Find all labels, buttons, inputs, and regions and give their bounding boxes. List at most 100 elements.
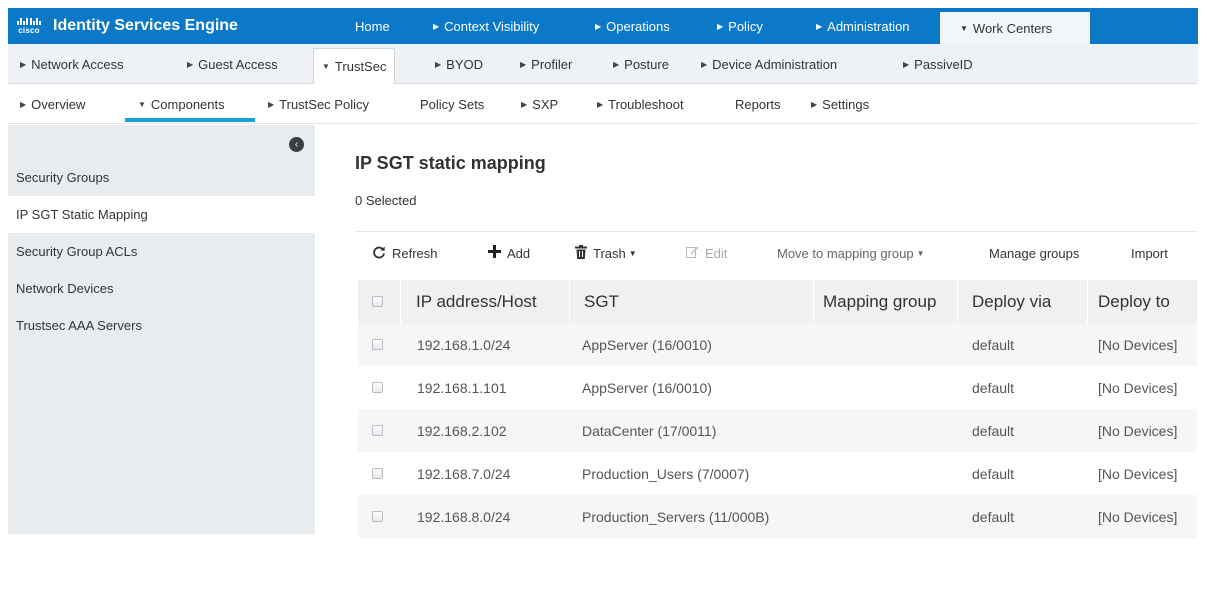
select-all-cell [372,280,383,323]
sidebar-item-label: Network Devices [16,281,114,296]
nav-policy[interactable]: ▶ Policy [693,8,792,44]
tab-troubleshoot[interactable]: ▶ Troubleshoot [597,84,684,124]
active-tab-underline [125,118,255,122]
caret-down-icon: ▼ [628,248,637,258]
tab-trustsec-policy[interactable]: ▶ TrustSec Policy [268,84,369,124]
add-button[interactable]: Add [488,232,530,274]
sidebar-item-label: Security Group ACLs [16,244,138,259]
cell-deploy-to: [No Devices] [1098,422,1178,439]
chevron-right-icon: ▶ [435,59,442,69]
sidebar-item-label: Security Groups [16,170,110,185]
nav-work-centers[interactable]: ▼ Work Centers [940,12,1090,44]
subnav-guest-access[interactable]: ▶ Guest Access [187,44,278,84]
tab-overview[interactable]: ▶ Overview [20,84,85,124]
sidebar-item-label: IP SGT Static Mapping [16,207,148,222]
logo-text: cisco [18,26,40,35]
sidebar-item-ip-sgt-static-mapping[interactable]: IP SGT Static Mapping [8,196,315,233]
row-checkbox[interactable] [372,382,383,393]
subnav-trustsec[interactable]: ▼ TrustSec [313,48,396,84]
table-row[interactable]: 192.168.2.102 DataCenter (17/0011) defau… [358,409,1197,452]
sidebar-item-label: Trustsec AAA Servers [16,318,142,333]
sidebar-item-trustsec-aaa-servers[interactable]: Trustsec AAA Servers [8,307,315,344]
trash-icon [575,244,587,262]
subnav-device-administration[interactable]: ▶ Device Administration [701,44,837,84]
nav-policy-label: Policy [728,18,763,34]
table-row[interactable]: 192.168.8.0/24 Production_Servers (11/00… [358,495,1197,538]
import-button[interactable]: Import [1131,232,1168,274]
column-divider [400,280,401,323]
table-row[interactable]: 192.168.7.0/24 Production_Users (7/0007)… [358,452,1197,495]
cell-deploy-to: [No Devices] [1098,465,1178,482]
subnav-posture[interactable]: ▶ Posture [613,44,669,84]
row-checkbox[interactable] [372,511,383,522]
sidebar-item-security-group-acls[interactable]: Security Group ACLs [8,233,315,270]
row-checkbox[interactable] [372,468,383,479]
cell-deploy-to: [No Devices] [1098,336,1178,353]
select-all-checkbox[interactable] [372,296,383,307]
subnav-profiler[interactable]: ▶ Profiler [520,44,572,84]
row-checkbox[interactable] [372,425,383,436]
sidebar-item-network-devices[interactable]: Network Devices [8,270,315,307]
chevron-down-icon: ▼ [322,62,330,71]
manage-label: Manage groups [989,245,1080,261]
cell-sgt: AppServer (16/0010) [582,379,712,396]
subnav-profiler-label: Profiler [531,56,573,72]
row-checkbox[interactable] [372,339,383,350]
edit-icon [686,245,699,261]
tab-settings[interactable]: ▶ Settings [811,84,869,124]
subnav-posture-label: Posture [624,56,669,72]
nav-administration-label: Administration [827,18,910,34]
cell-deploy-via: default [972,465,1015,482]
column-divider [569,280,570,323]
top-nav: Home ▶ Context Visibility ▶ Operations ▶… [339,8,1090,44]
refresh-button[interactable]: Refresh [372,232,438,274]
table-row[interactable]: 192.168.1.0/24 AppServer (16/0010) defau… [358,323,1197,366]
column-ip-address[interactable]: IP address/Host [416,280,537,323]
tab-policy-sets[interactable]: Policy Sets [420,84,484,124]
tab-reports-label: Reports [735,96,781,112]
edit-label: Edit [705,245,728,261]
edit-button[interactable]: Edit [686,232,727,274]
collapse-sidebar-icon[interactable]: ‹ [289,137,304,152]
tab-sxp[interactable]: ▶ SXP [521,84,558,124]
column-deploy-via[interactable]: Deploy via [972,280,1051,323]
trash-label: Trash [593,245,626,261]
nav-operations[interactable]: ▶ Operations [571,8,693,44]
chevron-right-icon: ▶ [20,59,27,69]
subnav-passiveid[interactable]: ▶ PassiveID [903,44,973,84]
nav-home[interactable]: Home [339,8,411,44]
subnav-network-access[interactable]: ▶ Network Access [20,44,124,84]
subnav-passiveid-label: PassiveID [914,56,973,72]
manage-groups-button[interactable]: Manage groups [989,232,1079,274]
subnav-network-access-label: Network Access [31,56,124,72]
column-divider [1087,280,1088,323]
nav-work-centers-label: Work Centers [972,20,1053,36]
import-label: Import [1131,245,1168,261]
chevron-right-icon: ▶ [433,21,440,31]
column-mapping-group[interactable]: Mapping group [823,280,936,323]
subnav-byod[interactable]: ▶ BYOD [435,44,483,84]
nav-administration[interactable]: ▶ Administration [792,8,940,44]
cell-sgt: AppServer (16/0010) [582,336,712,353]
column-sgt[interactable]: SGT [584,280,619,323]
table-row[interactable]: 192.168.1.101 AppServer (16/0010) defaul… [358,366,1197,409]
tab-troubleshoot-label: Troubleshoot [608,96,684,112]
chevron-down-icon: ▼ [138,99,146,109]
move-to-mapping-group-button[interactable]: Move to mapping group ▼ [777,232,925,274]
row-select-cell [372,452,383,495]
chevron-right-icon: ▶ [521,99,528,109]
column-deploy-to[interactable]: Deploy to [1098,280,1170,323]
trash-button[interactable]: Trash ▼ [575,232,637,274]
cell-deploy-via: default [972,422,1015,439]
cell-ip: 192.168.1.101 [417,379,507,396]
row-select-cell [372,409,383,452]
nav-context-visibility[interactable]: ▶ Context Visibility [411,8,571,44]
table-header: IP address/Host SGT Mapping group Deploy… [358,280,1197,323]
nav-context-visibility-label: Context Visibility [444,18,540,34]
page-title: IP SGT static mapping [355,153,546,173]
work-center-nav: ▶ Network Access ▶ Guest Access ▼ TrustS… [8,44,1198,84]
tab-reports[interactable]: Reports [735,84,781,124]
trustsec-nav: ▶ Overview ▼ Components ▶ TrustSec Polic… [8,84,1198,124]
add-label: Add [507,245,531,261]
sidebar-item-security-groups[interactable]: Security Groups [8,159,315,196]
